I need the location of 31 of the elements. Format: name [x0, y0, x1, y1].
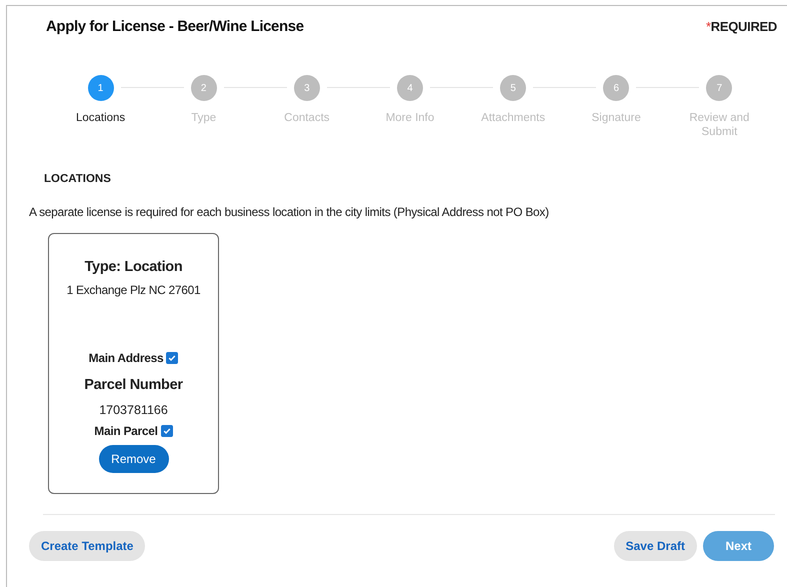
step-label[interactable]: More Info [370, 111, 450, 125]
section-heading: LOCATIONS [43, 173, 112, 185]
remove-button[interactable]: Remove [98, 445, 168, 473]
checkbox[interactable] [166, 352, 178, 364]
step-number[interactable]: 6 [603, 75, 630, 101]
location-address: 1 Exchange Plz NC 27601 [66, 283, 200, 297]
step-label[interactable]: Review and Submit [679, 111, 760, 139]
step-label[interactable]: Attachments [473, 111, 554, 125]
checkbox-label: Main Address [88, 351, 164, 365]
step-label[interactable]: Locations [60, 111, 141, 125]
location-type: Type: Location [84, 259, 182, 275]
step-label[interactable]: Contacts [266, 111, 347, 125]
step-number[interactable]: 5 [500, 75, 526, 101]
parcel-number: 1703781166 [99, 403, 168, 417]
checkbox[interactable] [160, 425, 173, 437]
step-label[interactable]: Signature [576, 111, 656, 125]
step-number[interactable]: 7 [706, 75, 732, 101]
step-label[interactable]: Type [164, 111, 244, 125]
checkbox-label: Main Parcel [94, 424, 158, 438]
checkmark-icon [162, 427, 171, 435]
page-title: Apply for License - Beer/Wine License [46, 18, 304, 35]
section-description: A separate license is required for each business location in the city limits (Physical Address not PO Box) [29, 205, 550, 219]
step-number[interactable]: 2 [190, 75, 217, 101]
step-number[interactable]: 1 [88, 75, 114, 101]
parcel-heading: Parcel Number [84, 377, 183, 393]
checkmark-icon [168, 354, 176, 362]
step-number[interactable]: 3 [294, 75, 320, 101]
required-note: *REQUIRED [706, 19, 777, 34]
step-number[interactable]: 4 [396, 75, 423, 101]
footer-button[interactable]: Save Draft [614, 531, 697, 561]
footer-button[interactable]: Create Template [29, 531, 146, 561]
